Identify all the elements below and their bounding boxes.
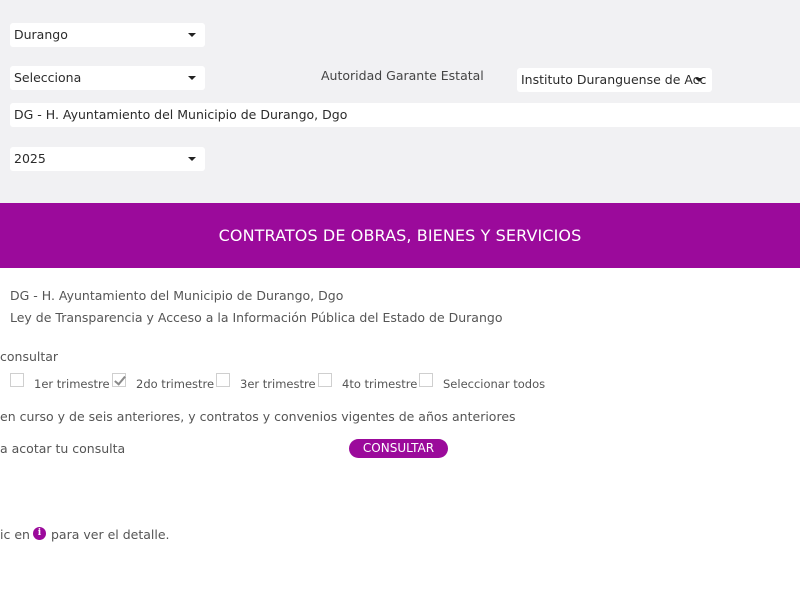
checkbox-3er-trimestre[interactable]	[216, 373, 230, 387]
info-text: en curso y de seis anteriores, y contrat…	[0, 409, 516, 424]
checkbox-label: 3er trimestre	[240, 377, 316, 391]
checkbox-label: 2do trimestre	[136, 377, 215, 391]
checkbox-2do-trimestre[interactable]	[112, 373, 126, 387]
guarantor-select-value: Instituto Duranguense de Acc	[521, 72, 707, 87]
entity-select[interactable]: DG - H. Ayuntamiento del Municipio de Du…	[10, 103, 800, 127]
detail-hint-suffix: para ver el detalle.	[51, 527, 170, 542]
caret-down-icon	[188, 76, 196, 80]
section-banner: CONTRATOS DE OBRAS, BIENES Y SERVICIOS	[0, 203, 800, 268]
entity-select-value: DG - H. Ayuntamiento del Municipio de Du…	[14, 107, 348, 122]
law-name: Ley de Transparencia y Acceso a la Infor…	[10, 310, 503, 325]
checkbox-4to-trimestre[interactable]	[318, 373, 332, 387]
guarantor-select[interactable]: Instituto Duranguense de Acc	[517, 68, 712, 92]
refine-text: a acotar tu consulta	[0, 441, 126, 456]
entity-name: DG - H. Ayuntamiento del Municipio de Du…	[10, 288, 344, 303]
checkbox-label: Seleccionar todos	[443, 377, 546, 391]
caret-down-icon	[188, 157, 196, 161]
detail-hint-prefix: ic en	[0, 527, 30, 542]
filter-panel: Durango Selecciona Autoridad Garante Est…	[0, 0, 800, 203]
state-select-value: Durango	[14, 27, 68, 42]
consult-button[interactable]: CONSULTAR	[349, 439, 448, 458]
caret-down-icon	[695, 78, 703, 82]
checkbox-select-all[interactable]	[419, 373, 433, 387]
caret-down-icon	[188, 33, 196, 37]
subject-select-value: Selecciona	[14, 70, 82, 85]
year-select-value: 2025	[14, 151, 46, 166]
checkbox-1er-trimestre[interactable]	[10, 373, 24, 387]
year-select[interactable]: 2025	[10, 147, 205, 171]
info-icon: i	[33, 527, 46, 540]
guarantor-label: Autoridad Garante Estatal	[321, 68, 484, 83]
period-label: consultar	[0, 349, 59, 364]
subject-select[interactable]: Selecciona	[10, 66, 205, 90]
state-select[interactable]: Durango	[10, 23, 205, 47]
section-title: CONTRATOS DE OBRAS, BIENES Y SERVICIOS	[218, 226, 582, 245]
checkbox-label: 4to trimestre	[342, 377, 418, 391]
checkbox-label: 1er trimestre	[34, 377, 110, 391]
